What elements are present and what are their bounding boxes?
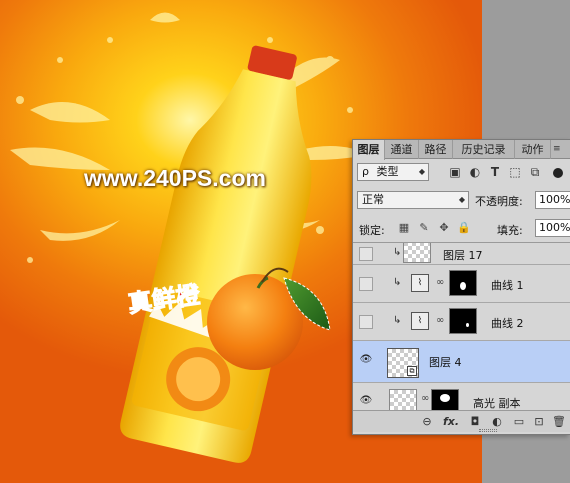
fill-input[interactable]: 100% — [535, 219, 570, 237]
filter-kind-label: 类型 — [376, 165, 399, 178]
layer-name: 图层 17 — [443, 249, 483, 262]
eye-icon[interactable]: 👁 — [359, 354, 373, 368]
tab-channels[interactable]: 通道 — [385, 140, 419, 159]
layer-row-selected[interactable]: 👁 ⧉ 图层 4 — [353, 341, 570, 383]
eye-icon[interactable]: 👁 — [359, 395, 373, 409]
lock-all-icon[interactable]: 🔒 — [457, 221, 471, 235]
lock-fill-row: 锁定: ▦ ✎ ✥ 🔒 填充: 100% — [357, 219, 570, 239]
chevron-updown-icon: ◆ — [418, 167, 425, 176]
filter-adjustment-icon[interactable]: ◐ — [467, 164, 483, 180]
new-group-folder-icon[interactable]: ▭ — [511, 414, 527, 430]
layer-name: 曲线 1 — [491, 279, 524, 292]
link-chain-icon[interactable]: ∞ — [421, 393, 429, 404]
layer-name: 曲线 2 — [491, 317, 524, 330]
tab-history[interactable]: 历史记录 — [453, 140, 515, 159]
panel-tabs: 图层 通道 路径 历史记录 动作 ≡ — [353, 140, 570, 160]
tab-paths[interactable]: 路径 — [419, 140, 453, 159]
clip-arrow-icon: ↳ — [393, 315, 402, 326]
lock-position-icon[interactable]: ✥ — [437, 221, 451, 235]
smart-object-badge-icon: ⧉ — [407, 366, 417, 376]
curves-adjustment-icon: ⌇ — [411, 312, 429, 330]
opacity-input[interactable]: 100% — [535, 191, 570, 209]
layers-bottom-toolbar: ⊖ fx. ◘ ◐ ▭ ⊡ 🗑 — [353, 410, 570, 432]
blend-opacity-row: 正常 ◆ 不透明度: 100% — [357, 191, 570, 211]
lock-label: 锁定: — [359, 224, 385, 237]
filter-shape-icon[interactable]: ⬚ — [507, 164, 523, 180]
new-adjustment-layer-icon[interactable]: ◐ — [489, 414, 505, 430]
layer-thumbnail — [389, 389, 417, 412]
visibility-toggle[interactable] — [359, 315, 373, 329]
layer-mask-thumbnail[interactable] — [449, 270, 477, 296]
tab-layers[interactable]: 图层 — [353, 140, 385, 160]
layer-mask-thumbnail[interactable] — [449, 308, 477, 334]
layer-name: 图层 4 — [429, 356, 462, 369]
filter-kind-dropdown[interactable]: ρ 类型 ◆ — [357, 163, 429, 181]
layers-panel: 图层 通道 路径 历史记录 动作 ≡ ρ 类型 ◆ ▣ ◐ T ⬚ ⧉ 正常 ◆… — [352, 139, 570, 435]
search-icon: ρ — [362, 165, 369, 178]
layer-filter-row: ρ 类型 ◆ ▣ ◐ T ⬚ ⧉ — [357, 163, 569, 183]
filter-pixel-icon[interactable]: ▣ — [447, 164, 463, 180]
new-layer-icon[interactable]: ⊡ — [531, 414, 547, 430]
lock-pixels-icon[interactable]: ✎ — [417, 221, 431, 235]
delete-layer-trash-icon[interactable]: 🗑 — [551, 414, 567, 430]
chevron-updown-icon: ◆ — [458, 195, 465, 204]
clip-arrow-icon: ↳ — [393, 247, 402, 258]
panel-menu-icon[interactable]: ≡ — [553, 144, 561, 154]
layer-name: 高光 副本 — [473, 397, 521, 410]
link-chain-icon[interactable]: ∞ — [436, 277, 444, 288]
visibility-toggle[interactable] — [359, 247, 373, 261]
filter-smart-object-icon[interactable]: ⧉ — [527, 164, 543, 180]
curves-adjustment-icon: ⌇ — [411, 274, 429, 292]
visibility-toggle[interactable] — [359, 277, 373, 291]
link-chain-icon[interactable]: ∞ — [436, 315, 444, 326]
clip-arrow-icon: ↳ — [393, 277, 402, 288]
blend-mode-value: 正常 — [362, 193, 384, 206]
filter-toggle-icon[interactable] — [553, 168, 563, 178]
layer-thumbnail — [403, 243, 431, 263]
add-layer-style-button[interactable]: fx. — [443, 414, 459, 430]
add-mask-icon[interactable]: ◘ — [467, 414, 483, 430]
layer-row[interactable]: ↳ ⌇ ∞ 曲线 2 — [353, 303, 570, 341]
layer-row[interactable]: 👁 ∞ 高光 副本 — [353, 383, 570, 412]
fill-label: 填充: — [497, 224, 523, 237]
tab-actions[interactable]: 动作 — [515, 140, 551, 159]
layer-row[interactable]: ↳ 图层 17 — [353, 243, 570, 265]
layer-thumbnail: ⧉ — [387, 348, 419, 378]
panel-resize-grip[interactable] — [479, 429, 497, 432]
filter-type-icon[interactable]: T — [487, 164, 503, 180]
layer-mask-thumbnail[interactable] — [431, 389, 459, 412]
layer-list: ↳ 图层 17 ↳ ⌇ ∞ 曲线 1 ↳ ⌇ ∞ 曲线 2 👁 ⧉ 图层 4 👁… — [353, 242, 570, 412]
juice-bottle — [120, 45, 312, 463]
blend-mode-dropdown[interactable]: 正常 ◆ — [357, 191, 469, 209]
link-layers-icon[interactable]: ⊖ — [419, 414, 435, 430]
lock-transparent-icon[interactable]: ▦ — [397, 221, 411, 235]
site-watermark: www.240PS.com — [84, 165, 266, 191]
opacity-label: 不透明度: — [475, 195, 523, 208]
layer-row[interactable]: ↳ ⌇ ∞ 曲线 1 — [353, 265, 570, 303]
